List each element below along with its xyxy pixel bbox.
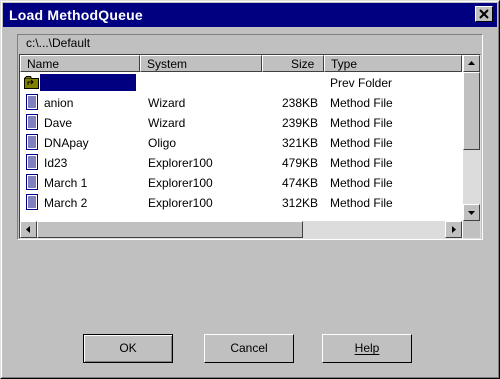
cancel-button[interactable]: Cancel <box>204 334 294 363</box>
column-header-size[interactable]: Size <box>262 55 324 72</box>
scroll-up-button[interactable] <box>463 55 480 72</box>
scroll-down-button[interactable] <box>463 204 480 221</box>
close-icon <box>479 9 489 19</box>
column-header-name[interactable]: Name <box>20 55 140 72</box>
item-type: Method File <box>330 116 393 130</box>
close-button[interactable] <box>475 6 493 22</box>
arrow-up-icon <box>468 61 475 65</box>
file-list[interactable]: Name System Size Type Prev Folder anion … <box>19 54 481 239</box>
selection-highlight <box>40 74 136 91</box>
list-header: Name System Size Type <box>20 55 462 72</box>
file-icon <box>26 194 38 210</box>
item-system: Wizard <box>148 96 186 110</box>
item-size: 239KB <box>281 116 318 130</box>
item-type: Method File <box>330 196 393 210</box>
item-type: Method File <box>330 176 393 190</box>
column-header-system[interactable]: System <box>140 55 262 72</box>
list-item[interactable]: DNApay Oligo 321KB Method File <box>20 133 462 153</box>
scroll-left-button[interactable] <box>20 221 37 238</box>
list-item[interactable]: March 2 Explorer100 312KB Method File <box>20 193 462 213</box>
list-item-prev-folder[interactable]: Prev Folder <box>20 73 462 93</box>
list-item[interactable]: March 1 Explorer100 474KB Method File <box>20 173 462 193</box>
horizontal-scroll-thumb[interactable] <box>37 221 303 238</box>
item-type: Method File <box>330 156 393 170</box>
item-name: Dave <box>44 116 73 130</box>
scrollbar-corner <box>463 221 480 238</box>
item-system: Explorer100 <box>148 176 213 190</box>
item-system: Oligo <box>148 136 177 150</box>
list-item[interactable]: Dave Wizard 239KB Method File <box>20 113 462 133</box>
horizontal-scrollbar[interactable] <box>20 221 462 238</box>
file-icon <box>26 94 38 110</box>
item-size: 321KB <box>281 136 318 150</box>
ok-button[interactable]: OK <box>83 334 173 363</box>
item-size: 312KB <box>281 196 318 210</box>
vertical-scrollbar[interactable] <box>463 55 480 221</box>
item-name: March 1 <box>44 176 88 190</box>
item-size: 479KB <box>281 156 318 170</box>
window-title: Load MethodQueue <box>9 7 143 23</box>
help-button[interactable]: Help <box>322 334 412 363</box>
file-icon <box>26 154 38 170</box>
file-icon <box>26 114 38 130</box>
item-size: 238KB <box>281 96 318 110</box>
arrow-left-icon <box>26 226 30 233</box>
arrow-down-icon <box>468 211 475 215</box>
title-bar[interactable]: Load MethodQueue <box>3 3 497 27</box>
item-system: Explorer100 <box>148 156 213 170</box>
item-type: Prev Folder <box>330 76 393 90</box>
item-type: Method File <box>330 96 393 110</box>
load-methodqueue-dialog: Load MethodQueue c:\...\Default Name Sys… <box>0 0 500 379</box>
item-name: Id23 <box>44 156 68 170</box>
column-header-type[interactable]: Type <box>324 55 462 72</box>
file-icon <box>26 134 38 150</box>
item-name: anion <box>44 96 74 110</box>
item-system: Wizard <box>148 116 186 130</box>
folder-up-icon <box>24 76 39 89</box>
scroll-right-button[interactable] <box>445 221 462 238</box>
item-system: Explorer100 <box>148 196 213 210</box>
list-item[interactable]: anion Wizard 238KB Method File <box>20 93 462 113</box>
item-type: Method File <box>330 136 393 150</box>
file-icon <box>26 174 38 190</box>
item-name: March 2 <box>44 196 88 210</box>
current-path-label: c:\...\Default <box>26 36 91 50</box>
arrow-right-icon <box>452 226 456 233</box>
vertical-scroll-thumb[interactable] <box>463 72 480 150</box>
item-name: DNApay <box>44 136 89 150</box>
list-item[interactable]: Id23 Explorer100 479KB Method File <box>20 153 462 173</box>
item-size: 474KB <box>281 176 318 190</box>
